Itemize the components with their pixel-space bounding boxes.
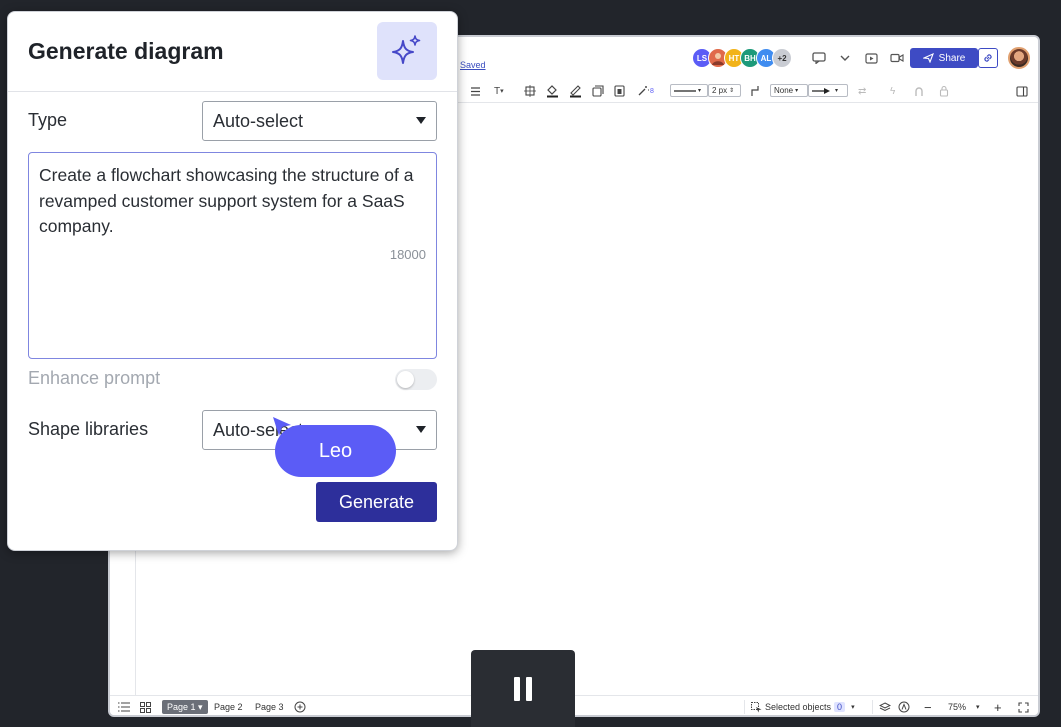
person-photo-icon [712,53,724,65]
pause-button[interactable] [471,650,575,727]
arrow-end-dropdown[interactable]: ▾ [808,84,848,97]
grid-view-icon[interactable] [140,700,151,714]
line-width-value: 2 px [712,86,728,95]
panel-title: Generate diagram [28,38,224,64]
enhance-prompt-toggle[interactable] [395,369,437,390]
line-color-icon[interactable] [569,84,582,98]
connector-style-icon[interactable] [750,84,761,98]
collaborator-avatars: LS HT BH AL +2 [692,48,792,68]
send-icon [922,53,934,63]
add-page-icon[interactable] [294,700,306,714]
current-user-avatar[interactable] [1008,47,1030,69]
selected-objects-label: Selected objects [765,702,832,712]
pause-bar [526,676,532,701]
selected-objects-control[interactable]: Selected objects 0 ▾ [744,700,855,714]
fullscreen-icon[interactable] [1018,700,1029,714]
line-style-dropdown[interactable]: ▾ [670,84,708,97]
line-style-icon [674,89,696,92]
character-count: 18000 [389,247,426,262]
align-text-icon[interactable] [470,84,481,98]
zoom-level-value: 75% [948,702,967,712]
zoom-out-button[interactable]: − [924,700,932,715]
arrow-end-icon [812,87,830,94]
share-button-label: Share [938,52,966,64]
more-collaborators-badge[interactable]: +2 [772,48,792,68]
generate-button[interactable]: Generate [316,482,437,522]
copy-link-button[interactable] [978,48,998,68]
shape-libraries-label: Shape libraries [28,419,149,439]
list-view-icon[interactable] [118,700,130,714]
page-tab-label: Page 1 [167,702,196,712]
fill-color-icon[interactable] [546,84,559,98]
shadow-icon[interactable] [614,84,625,98]
panel-toggle-icon[interactable] [1016,84,1028,98]
present-icon[interactable] [862,50,880,66]
saved-status-link[interactable]: Saved [460,60,486,70]
text-options-icon[interactable]: T ▾ [494,84,504,98]
video-call-icon[interactable] [888,50,906,66]
generate-diagram-panel: Generate diagram Type Auto-select Create… [7,11,458,551]
type-select-value: Auto-select [213,110,304,131]
chevron-down-icon[interactable] [836,50,854,66]
type-label: Type [28,110,68,130]
zoom-level-dropdown[interactable]: 75% ▾ [948,700,980,714]
page-tab-2[interactable]: Page 2 [214,700,243,714]
assist-icon[interactable] [898,700,910,714]
style-icon[interactable] [592,84,604,98]
page-tab-1[interactable]: Page 1 ▾ [162,700,208,714]
share-button[interactable]: Share [910,48,978,68]
line-width-dropdown[interactable]: 2 px ⇕ [708,84,741,97]
page-tab-3[interactable]: Page 3 [255,700,284,714]
top-action-icons [810,50,906,66]
ai-sparkle-button[interactable] [377,22,437,80]
link-icon [984,54,992,62]
sparkle-icon [392,35,421,64]
selection-icon [751,701,762,712]
lightning-icon[interactable]: ϟ [890,84,895,98]
panel-header: Generate diagram [8,12,457,92]
enhance-prompt-label: Enhance prompt [28,368,161,388]
position-icon[interactable] [524,84,536,98]
type-select[interactable]: Auto-select [202,101,437,141]
prompt-text: Create a flowchart showcasing the struct… [39,165,414,236]
magnet-icon[interactable] [914,84,924,98]
caret-down-icon [416,426,426,433]
caret-down-icon [416,117,426,124]
lock-icon[interactable] [939,84,949,98]
layers-icon[interactable] [872,700,891,714]
magic-wand-icon[interactable]: 8 [637,84,654,98]
arrow-start-value: None [774,86,794,95]
zoom-in-button[interactable]: + [994,700,1002,715]
collaborator-cursor-label: Leo [275,425,396,477]
pause-bar [514,676,520,701]
arrow-start-dropdown[interactable]: None ▾ [770,84,808,97]
prompt-textarea[interactable]: Create a flowchart showcasing the struct… [28,152,437,359]
swap-arrows-icon[interactable]: ⇄ [858,84,866,98]
comment-icon[interactable] [810,50,828,66]
selected-count-badge: 0 [834,702,846,712]
